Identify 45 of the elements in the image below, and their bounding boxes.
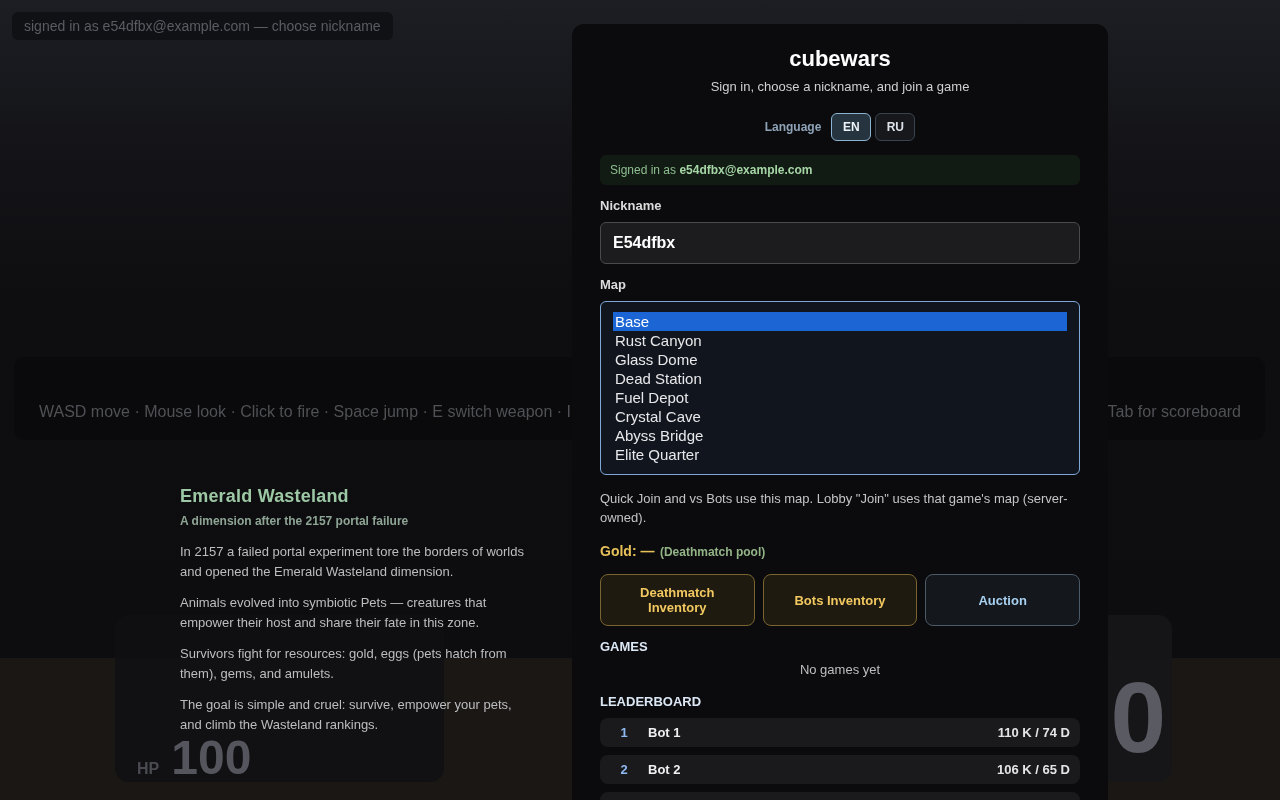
controls-hint-text: Tab for scoreboard — [1107, 403, 1241, 421]
games-heading: GAMES — [600, 639, 649, 655]
lore-paragraph: In 2157 a failed portal experiment tore the borders of worlds and opened the Emerald Wasteland dimension. — [180, 543, 525, 581]
leaderboard-name: Bot 1 — [648, 725, 681, 740]
auction-button[interactable]: Auction — [925, 574, 1080, 626]
leaderboard-rank: 2 — [619, 762, 629, 777]
armor-value: 0 — [1110, 667, 1166, 767]
map-option[interactable]: Abyss Bridge — [613, 426, 1067, 445]
language-option[interactable]: EN — [831, 113, 872, 141]
lore-paragraph: The goal is simple and cruel: survive, empower your pets, and climb the Wasteland rankings. — [180, 696, 513, 734]
lore-title: Emerald Wasteland — [180, 485, 350, 507]
game-title: cubewars — [788, 46, 892, 72]
controls-hint-text: WASD move · Mouse look · Click to fire · Space jump · E switch weapon · I — [39, 403, 571, 421]
nickname-label: Nickname — [600, 198, 663, 214]
map-option[interactable]: Rust Canyon — [613, 331, 1067, 350]
lore-paragraph: Survivors fight for resources: gold, eggs (pets hatch from them), gems, and amulets. — [180, 645, 508, 683]
map-option[interactable]: Dead Station — [613, 369, 1067, 388]
leaderboard-name: Bot 2 — [648, 762, 681, 777]
signed-in-notice: Signed in as e54dfbx@example.com — [600, 155, 1080, 185]
map-listbox[interactable]: Base Rust Canyon Glass Dome Dead Station Fuel Depot Crystal Cave Abyss Bridge Elite Quarter — [600, 301, 1080, 475]
inventory-button[interactable]: Bots Inventory — [762, 574, 918, 626]
hp-value: 100 — [171, 738, 252, 778]
language-label: Language — [764, 120, 822, 134]
account-status-text: signed in as e54dfbx@example.com — choose nickname — [12, 12, 393, 40]
language-option[interactable]: RU — [875, 113, 916, 141]
dialog-subtitle: Sign in, choose a nickname, and join a game — [709, 78, 971, 96]
lore-paragraph: Animals evolved into symbiotic Pets — creatures that empower their host and share their fate in this zone. — [180, 594, 488, 632]
inventory-button[interactable]: Deathmatch Inventory — [600, 574, 755, 626]
map-label: Map — [600, 277, 627, 293]
map-hint: Quick Join and vs Bots use this map. Lobby "Join" uses that game's map (server-owned). — [600, 490, 1069, 527]
nickname-input[interactable]: E54dfbx — [600, 222, 1080, 264]
games-empty-text: No games yet — [798, 662, 882, 678]
map-option[interactable]: Crystal Cave — [613, 407, 1067, 426]
leaderboard-score: 106 K / 65 D — [997, 762, 1070, 777]
map-option[interactable]: Elite Quarter — [613, 445, 1067, 464]
hp-label: HP — [137, 760, 160, 778]
leaderboard-rank: 1 — [619, 725, 629, 740]
currency-pool-note: (Deathmatch pool) — [659, 545, 766, 559]
map-option[interactable]: Base — [613, 312, 1067, 331]
map-option[interactable]: Glass Dome — [613, 350, 1067, 369]
map-option[interactable]: Fuel Depot — [613, 388, 1067, 407]
leaderboard-score: 110 K / 74 D — [997, 725, 1070, 740]
currency-balance: Gold: — — [600, 543, 655, 559]
lore-subtitle: A dimension after the 2157 portal failure — [180, 513, 410, 529]
leaderboard-heading: LEADERBOARD — [600, 694, 703, 710]
